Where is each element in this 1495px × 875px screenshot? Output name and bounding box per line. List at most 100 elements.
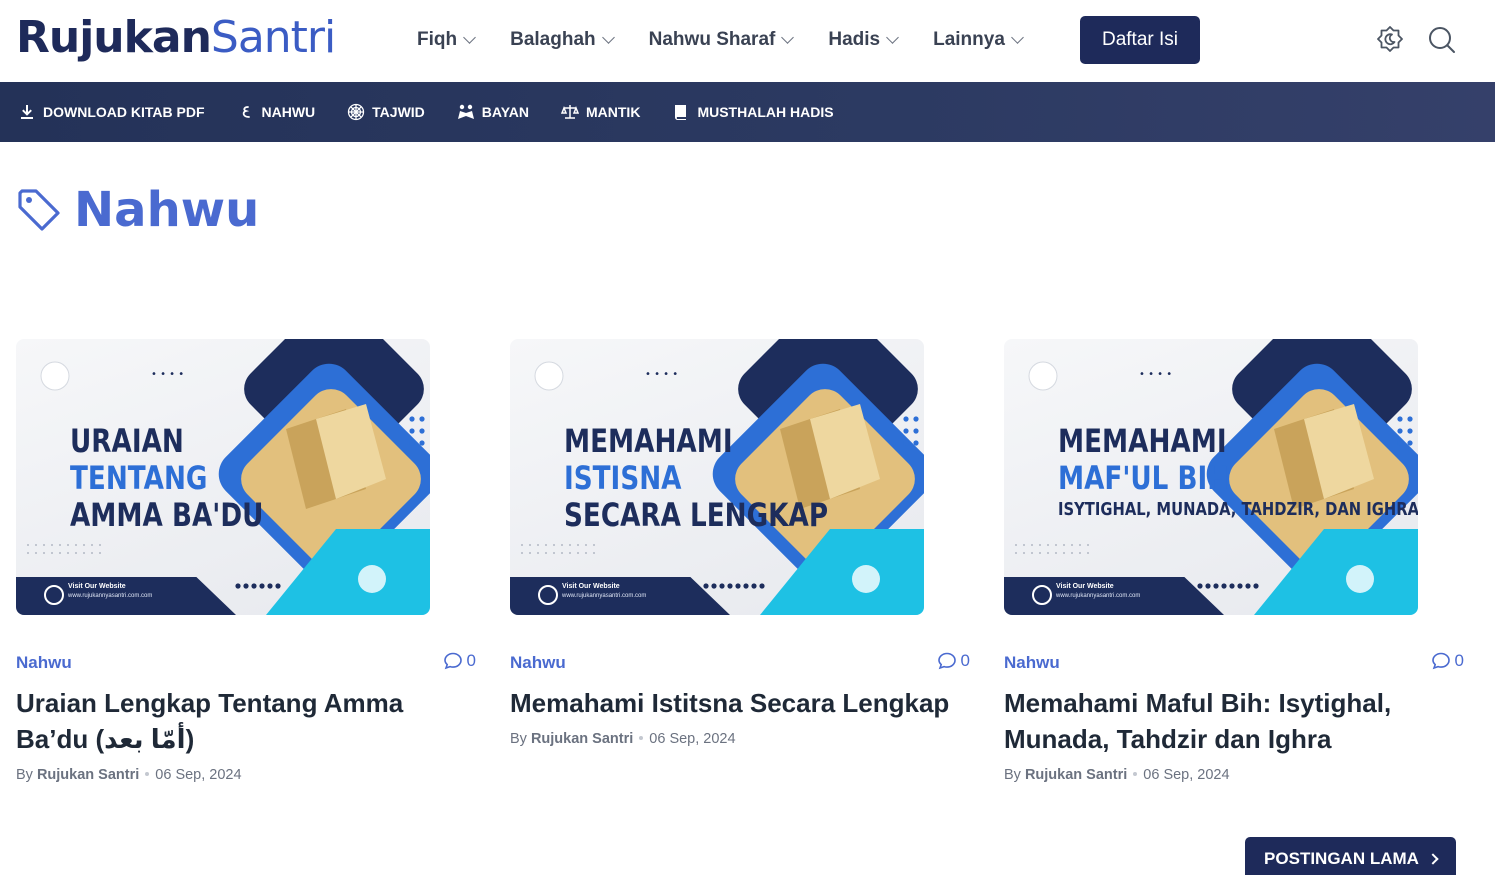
thumbnail-footer-url: www.rujukannyasantri.com.com	[1056, 593, 1141, 599]
post-meta-row: Nahwu 0	[16, 651, 476, 675]
thumbnail-line: AMMA BA'DU	[70, 496, 264, 534]
comment-count: 0	[960, 651, 970, 670]
scale-icon	[561, 103, 579, 121]
post-byline: By Rujukan Santri 06 Sep, 2024	[1004, 767, 1464, 783]
nav-item-label: Nahwu Sharaf	[648, 29, 776, 50]
tag-icon	[16, 187, 62, 233]
comment-count-link[interactable]: 0	[443, 651, 476, 671]
globe-icon	[44, 585, 64, 605]
older-posts-label: POSTINGAN LAMA	[1264, 849, 1419, 868]
nav-item-lainnya[interactable]: Lainnya	[933, 29, 1024, 51]
nav-item-label: Balaghah	[510, 29, 596, 50]
nav-item-balaghah[interactable]: Balaghah	[510, 29, 615, 51]
thumbnail-line: MAF'UL BIH	[1058, 459, 1230, 497]
thumbnail-line: ISYTIGHAL, MUNADA, TAHDZIR, DAN IGHRA`	[1058, 499, 1418, 520]
thumbnail-footer-url: www.rujukannyasantri.com.com	[68, 593, 153, 599]
thumbnail-headline: MEMAHAMI ISTISNA SECARA LENGKAP	[564, 423, 828, 534]
chevron-down-icon	[601, 30, 615, 44]
comment-count: 0	[1454, 651, 1464, 670]
category-label: BAYAN	[481, 104, 529, 120]
thumbnail-footer-url: www.rujukannyasantri.com.com	[562, 593, 647, 599]
comment-icon	[1431, 652, 1450, 670]
category-label: MUSTHALAH HADIS	[697, 104, 834, 120]
category-label: DOWNLOAD KITAB PDF	[43, 104, 205, 120]
byline-prefix: By	[510, 731, 527, 747]
thumbnail-headline: MEMAHAMI MAF'UL BIH ISYTIGHAL, MUNADA, T…	[1058, 423, 1418, 523]
nav-item-label: Fiqh	[417, 29, 458, 50]
post-card: • • • • MEMAHAMI ISTISNA SECARA LENGKAP …	[510, 339, 970, 747]
author-link[interactable]: Rujukan Santri	[531, 731, 633, 747]
chevron-down-icon	[781, 30, 795, 44]
site-logo[interactable]: RujukanSantri	[16, 10, 336, 66]
separator-dot	[1133, 772, 1138, 776]
comment-count-link[interactable]: 0	[1431, 651, 1464, 671]
post-byline: By Rujukan Santri 06 Sep, 2024	[510, 731, 970, 747]
quran-icon	[347, 103, 365, 121]
post-title-link[interactable]: Uraian Lengkap Tentang Amma Ba’du (أمّا …	[16, 685, 476, 757]
chevron-down-icon	[463, 30, 476, 44]
thumbnail-line: URAIAN	[70, 422, 184, 460]
post-card: • • • • URAIAN TENTANG AMMA BA'DU Visit …	[16, 339, 476, 783]
post-thumbnail[interactable]: • • • • URAIAN TENTANG AMMA BA'DU Visit …	[16, 339, 430, 615]
reading-people-icon	[457, 103, 475, 121]
page-title: Nahwu	[74, 182, 260, 238]
site-header: RujukanSantri Fiqh Balaghah Nahwu Sharaf…	[0, 0, 1495, 82]
category-label: TAJWID	[372, 104, 425, 120]
nav-item-nahwu-sharaf[interactable]: Nahwu Sharaf	[648, 29, 795, 51]
category-label: MANTIK	[586, 104, 641, 120]
post-byline: By Rujukan Santri 06 Sep, 2024	[16, 767, 476, 783]
thumbnail-footer-title: Visit Our Website	[562, 583, 620, 590]
category-label: NAHWU	[261, 104, 316, 120]
thumbnail-footer-title: Visit Our Website	[1056, 583, 1114, 590]
category-link-musthalah-hadis[interactable]: MUSTHALAH HADIS	[672, 103, 834, 121]
post-category-link[interactable]: Nahwu	[1004, 653, 1060, 673]
post-title-link[interactable]: Memahami Istitsna Secara Lengkap	[510, 685, 970, 721]
nav-item-label: Lainnya	[933, 29, 1005, 50]
post-meta-row: Nahwu 0	[1004, 651, 1464, 675]
separator-dot	[639, 736, 644, 740]
category-link-nahwu[interactable]: NAHWU	[237, 103, 316, 121]
svg-text:• • • •: • • • •	[151, 369, 184, 380]
separator-dot	[145, 772, 150, 776]
category-link-bayan[interactable]: BAYAN	[457, 103, 529, 121]
svg-text:• • • •: • • • •	[645, 369, 678, 380]
nav-item-hadis[interactable]: Hadis	[828, 29, 899, 51]
logo-secondary-text: Santri	[210, 12, 336, 63]
comment-count: 0	[466, 651, 476, 670]
post-category-link[interactable]: Nahwu	[510, 653, 566, 673]
main-nav: Fiqh Balaghah Nahwu Sharaf Hadis Lainnya	[417, 24, 1058, 56]
byline-prefix: By	[1004, 767, 1021, 783]
archive-heading: Nahwu	[16, 180, 259, 240]
svg-text:• • • •: • • • •	[1139, 369, 1172, 380]
book-icon	[672, 103, 690, 121]
comment-count-link[interactable]: 0	[937, 651, 970, 671]
nav-item-label: Hadis	[828, 29, 881, 50]
comment-icon	[443, 652, 462, 670]
post-date: 06 Sep, 2024	[649, 731, 736, 747]
post-category-link[interactable]: Nahwu	[16, 653, 72, 673]
post-date: 06 Sep, 2024	[1143, 767, 1230, 783]
globe-icon	[1032, 585, 1052, 605]
post-title-link[interactable]: Memahami Maful Bih: Isytighal, Munada, T…	[1004, 685, 1464, 757]
author-link[interactable]: Rujukan Santri	[1025, 767, 1127, 783]
category-link-mantik[interactable]: MANTIK	[561, 103, 640, 121]
chevron-down-icon	[1011, 30, 1024, 44]
post-meta-row: Nahwu 0	[510, 651, 970, 675]
thumbnail-line: SECARA LENGKAP	[564, 496, 829, 534]
author-link[interactable]: Rujukan Santri	[37, 767, 139, 783]
post-card: • • • • MEMAHAMI MAF'UL BIH ISYTIGHAL, M…	[1004, 339, 1464, 783]
post-date: 06 Sep, 2024	[155, 767, 242, 783]
thumbnail-line: ISTISNA	[564, 459, 682, 497]
category-link-tajwid[interactable]: TAJWID	[347, 103, 425, 121]
globe-icon	[538, 585, 558, 605]
post-thumbnail[interactable]: • • • • MEMAHAMI MAF'UL BIH ISYTIGHAL, M…	[1004, 339, 1418, 615]
thumbnail-line: MEMAHAMI	[564, 422, 733, 460]
category-link-download[interactable]: DOWNLOAD KITAB PDF	[18, 103, 205, 121]
theme-toggle-icon[interactable]	[1374, 24, 1406, 56]
search-icon[interactable]	[1426, 24, 1458, 56]
thumbnail-footer-title: Visit Our Website	[68, 583, 126, 590]
daftar-isi-button[interactable]: Daftar Isi	[1080, 16, 1200, 64]
nav-item-fiqh[interactable]: Fiqh	[417, 29, 476, 51]
post-thumbnail[interactable]: • • • • MEMAHAMI ISTISNA SECARA LENGKAP …	[510, 339, 924, 615]
older-posts-button[interactable]: POSTINGAN LAMA	[1245, 837, 1456, 875]
